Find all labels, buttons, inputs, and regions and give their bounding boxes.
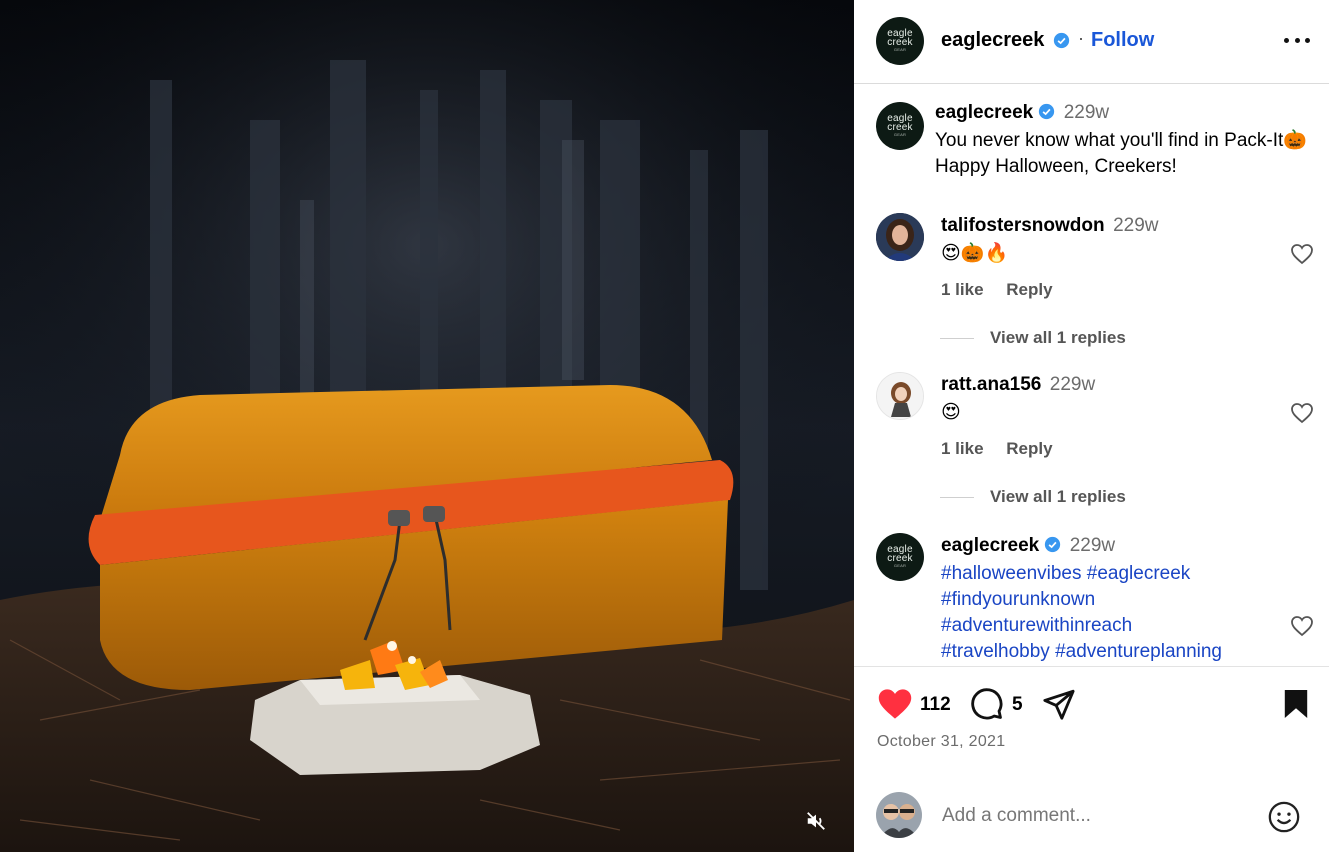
speaker-muted-icon [807, 812, 825, 830]
hashtag-link[interactable]: #halloweenvibes [941, 563, 1082, 584]
hashtag-link[interactable]: #travelhobby [941, 641, 1050, 662]
caption-time: 229w [1063, 102, 1110, 123]
more-options-button[interactable] [1284, 30, 1310, 50]
comment-meta: 1 like Reply [941, 280, 1071, 300]
emoji-smile-icon[interactable] [1267, 800, 1301, 834]
current-user-avatar[interactable] [876, 792, 922, 838]
hashtag-link[interactable]: #adventurewithinreach [941, 615, 1132, 636]
post-header: eagle creek GEAR eaglecreek · Follow [854, 0, 1329, 84]
view-replies-button[interactable]: View all 1 replies [940, 487, 1126, 507]
caption-avatar[interactable]: eagle creek GEAR [876, 102, 924, 150]
separator-dot: · [1078, 28, 1084, 48]
add-comment-bar [854, 784, 1329, 852]
verified-badge-icon [1039, 103, 1055, 120]
bookmark-icon[interactable] [1282, 687, 1310, 721]
comments-list[interactable]: eagle creek GEAR eaglecreek 229w You nev… [854, 85, 1329, 665]
reply-button[interactable]: Reply [1006, 439, 1052, 458]
commenter-username[interactable]: eaglecreek [941, 535, 1039, 556]
comment-bubble-icon[interactable] [970, 687, 1004, 721]
comment-text: 😍 [941, 402, 961, 423]
view-replies-button[interactable]: View all 1 replies [940, 328, 1126, 348]
like-comment-heart-icon[interactable] [1290, 402, 1314, 424]
commenter-username[interactable]: ratt.ana156 [941, 374, 1041, 395]
reply-button[interactable]: Reply [1006, 280, 1052, 299]
avatar-photo [877, 373, 923, 419]
paper-plane-icon[interactable] [1042, 687, 1076, 721]
caption-text: You never know what you'll find in Pack-… [935, 130, 1307, 177]
avatar-photo [876, 213, 924, 261]
follow-button[interactable]: Follow [1091, 29, 1154, 52]
hashtag-link[interactable]: #adventureplanning [1055, 641, 1222, 662]
commenter-avatar[interactable] [876, 213, 924, 261]
comment-meta: 1 like Reply [941, 439, 1071, 459]
like-comment-heart-icon[interactable] [1290, 243, 1314, 265]
more-horizontal-icon [1284, 37, 1289, 43]
post-image [0, 0, 854, 852]
comment-count[interactable]: 5 [1012, 694, 1023, 716]
commenter-avatar[interactable] [876, 372, 924, 420]
comment-likes[interactable]: 1 like [941, 280, 984, 299]
comment-likes[interactable]: 1 like [941, 439, 984, 458]
commenter-avatar[interactable]: eagle creek GEAR [876, 533, 924, 581]
heart-icon[interactable] [876, 687, 914, 721]
comment-time: 229w [1113, 215, 1159, 236]
verified-badge-icon [1053, 32, 1070, 49]
author-username[interactable]: eaglecreek [941, 29, 1044, 52]
caption-username[interactable]: eaglecreek [935, 102, 1033, 123]
comment-time: 229w [1069, 535, 1116, 556]
commenter-username[interactable]: talifostersnowdon [941, 215, 1105, 236]
post-actions: 112 5 October 31, 2021 [854, 666, 1329, 784]
hashtag-link[interactable]: #findyourunknown [941, 589, 1095, 610]
post-panel: eagle creek GEAR eaglecreek · Follow eag… [854, 0, 1329, 852]
avatar-photo [876, 792, 922, 838]
like-count[interactable]: 112 [920, 694, 951, 716]
post-date: October 31, 2021 [877, 733, 1006, 750]
verified-badge-icon [1045, 536, 1061, 553]
mute-button[interactable] [801, 806, 831, 836]
comment-text: 😍🎃🔥 [941, 243, 1009, 264]
hashtag-link[interactable]: #eaglecreek [1087, 563, 1191, 584]
comment-hashtags: #halloweenvibes #eaglecreek #findyourunk… [941, 561, 1281, 665]
post-media[interactable] [0, 0, 854, 852]
comment-time: 229w [1049, 374, 1096, 395]
like-comment-heart-icon[interactable] [1290, 615, 1314, 637]
author-avatar[interactable]: eagle creek GEAR [876, 17, 924, 65]
add-comment-input[interactable] [942, 802, 1252, 830]
